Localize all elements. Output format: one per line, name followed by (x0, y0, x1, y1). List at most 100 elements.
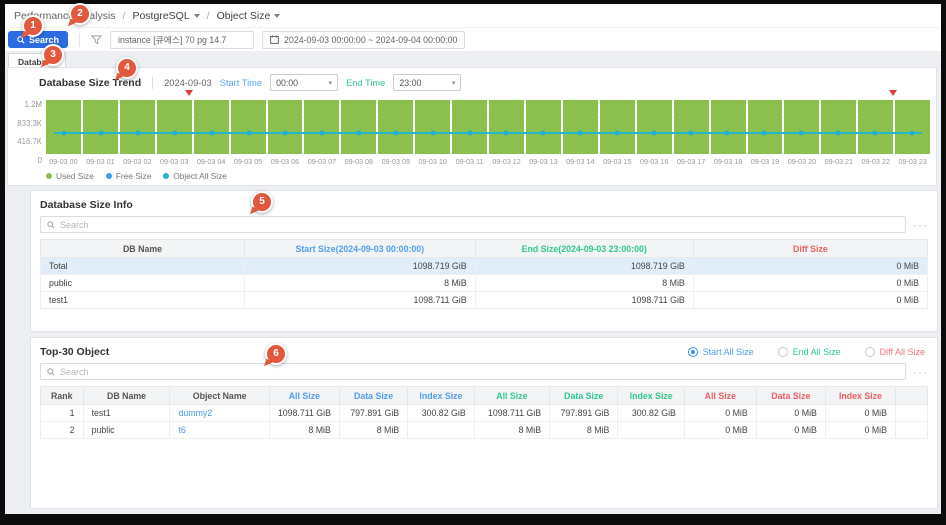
legend-item-object-all-size[interactable]: Object All Size (163, 171, 227, 181)
column-header[interactable]: Data Size (756, 387, 825, 405)
db-info-search-input[interactable] (40, 216, 906, 233)
data-point (172, 131, 177, 136)
db-size-row[interactable]: test11098.711 GiB1098.711 GiB0 MiB (41, 292, 928, 309)
x-axis-label: 09-03 03 (157, 157, 192, 166)
db-size-info-table: DB NameStart Size(2024-09-03 00:00:00)En… (40, 239, 928, 309)
radio-start-all-size[interactable]: Start All Size (688, 347, 754, 357)
column-header[interactable]: Rank (41, 387, 84, 405)
instance-selector-label: instance [큐에스] 70 pg 14.7 (118, 33, 226, 46)
legend-item-free-size[interactable]: Free Size (106, 171, 152, 181)
x-axis-label: 09-03 23 (895, 157, 930, 166)
screenshot-frame: Performance Analysis/PostgreSQL/Object S… (0, 0, 946, 525)
db-info-search-row: ··· (40, 216, 928, 233)
legend-item-used-size[interactable]: Used Size (46, 171, 94, 181)
table-cell: 300.82 GiB (408, 405, 475, 422)
toolbar: Search instance [큐에스] 70 pg 14.7 2024-09… (5, 28, 941, 52)
table-cell: test1 (41, 292, 245, 309)
top30-search-input[interactable] (40, 363, 906, 380)
legend-label: Free Size (116, 171, 152, 181)
x-axis-label: 09-03 00 (46, 157, 81, 166)
table-cell (408, 422, 475, 439)
column-header[interactable]: End Size(2024-09-03 23:00:00) (475, 240, 693, 258)
used-size-bar (452, 100, 487, 154)
legend-label: Object All Size (173, 171, 227, 181)
trend-date[interactable]: 2024-09-03 (164, 78, 212, 88)
chevron-down-icon: ▾ (452, 79, 456, 87)
instance-selector[interactable]: instance [큐에스] 70 pg 14.7 (110, 31, 254, 49)
breadcrumb: Performance Analysis/PostgreSQL/Object S… (5, 4, 941, 28)
legend-dot (163, 173, 169, 179)
column-header[interactable]: Index Size (825, 387, 895, 405)
table-cell: 0 MiB (693, 258, 927, 275)
column-header[interactable]: All Size (684, 387, 756, 405)
db-size-row[interactable]: public8 MiB8 MiB0 MiB (41, 275, 928, 292)
column-header[interactable]: DB Name (83, 387, 170, 405)
data-point (246, 131, 251, 136)
max-marker-icon (185, 90, 193, 96)
breadcrumb-item-object-size[interactable]: Object Size (217, 10, 281, 22)
table-cell: public (41, 275, 245, 292)
table-cell: 0 MiB (825, 405, 895, 422)
x-axis-label: 09-03 14 (563, 157, 598, 166)
x-axis-label: 09-03 05 (231, 157, 266, 166)
column-header[interactable]: Diff Size (693, 240, 927, 258)
column-header[interactable]: All Size (269, 387, 339, 405)
table-cell: t6 (170, 422, 269, 439)
column-header[interactable]: Start Size(2024-09-03 00:00:00) (245, 240, 476, 258)
x-axis-label: 09-03 01 (83, 157, 118, 166)
more-menu-icon[interactable]: ··· (913, 367, 928, 377)
annotation-badge-5: 5 (251, 191, 273, 213)
trend-chart-area: 1.2M833.3K416.7K0 09-03 0009-03 0109-03 … (46, 98, 930, 181)
table-cell: 300.82 GiB (618, 405, 685, 422)
top30-search-field (60, 367, 899, 377)
table-cell: 1098.711 GiB (245, 292, 476, 309)
db-size-row[interactable]: Total1098.719 GiB1098.719 GiB0 MiB (41, 258, 928, 275)
legend-label: Used Size (56, 171, 94, 181)
top30-object-row[interactable]: 2publict68 MiB8 MiB8 MiB8 MiB0 MiB0 MiB0… (41, 422, 928, 439)
date-range-label: 2024-09-03 00:00:00 ~ 2024-09-04 00:00:0… (284, 35, 457, 45)
column-header[interactable]: Object Name (170, 387, 269, 405)
date-range-picker[interactable]: 2024-09-03 00:00:00 ~ 2024-09-04 00:00:0… (262, 31, 465, 49)
y-axis-label: 0 (10, 156, 42, 165)
radio-label: End All Size (793, 347, 841, 357)
calendar-icon (270, 35, 279, 44)
data-point (209, 131, 214, 136)
object-name-link[interactable]: t6 (178, 425, 185, 435)
filter-funnel-icon[interactable] (91, 35, 102, 45)
trend-panel: Database Size Trend 2024-09-03 Start Tim… (7, 67, 937, 186)
start-time-select[interactable]: 00:00 ▾ (270, 74, 338, 91)
column-header[interactable]: Data Size (550, 387, 618, 405)
chevron-down-icon (274, 14, 280, 18)
table-cell: 1098.719 GiB (245, 258, 476, 275)
breadcrumb-item-postgresql[interactable]: PostgreSQL (132, 10, 199, 22)
table-cell: 1098.711 GiB (269, 405, 339, 422)
column-header[interactable]: Index Size (408, 387, 475, 405)
more-menu-icon[interactable]: ··· (913, 220, 928, 230)
object-name-link[interactable]: dummy2 (178, 408, 212, 418)
column-header[interactable]: Index Size (618, 387, 685, 405)
column-header[interactable] (895, 387, 927, 405)
db-size-info-panel: Database Size Info ··· DB NameStart Size… (30, 190, 938, 332)
used-size-bar (194, 100, 229, 154)
x-axis-label: 09-03 18 (711, 157, 746, 166)
top30-search-row: ··· (40, 363, 928, 380)
end-time-select[interactable]: 23:00 ▾ (393, 74, 461, 91)
data-point (99, 131, 104, 136)
radio-end-all-size[interactable]: End All Size (778, 347, 841, 357)
column-header[interactable]: Data Size (339, 387, 407, 405)
end-time-label: End Time (346, 78, 385, 88)
x-axis-label: 09-03 11 (452, 157, 487, 166)
column-header[interactable]: DB Name (41, 240, 245, 258)
used-size-bar (784, 100, 819, 154)
table-cell: 0 MiB (693, 275, 927, 292)
top30-object-row[interactable]: 1test1dummy21098.711 GiB797.891 GiB300.8… (41, 405, 928, 422)
radio-icon (688, 347, 698, 357)
data-point (799, 131, 804, 136)
radio-diff-all-size[interactable]: Diff All Size (865, 347, 925, 357)
annotation-badge-6: 6 (265, 343, 287, 365)
column-header[interactable]: All Size (474, 387, 549, 405)
x-axis-label: 09-03 22 (858, 157, 893, 166)
top30-object-panel: Top-30 Object Start All SizeEnd All Size… (30, 337, 938, 509)
used-size-bar (858, 100, 893, 154)
trend-chart[interactable] (46, 98, 930, 154)
